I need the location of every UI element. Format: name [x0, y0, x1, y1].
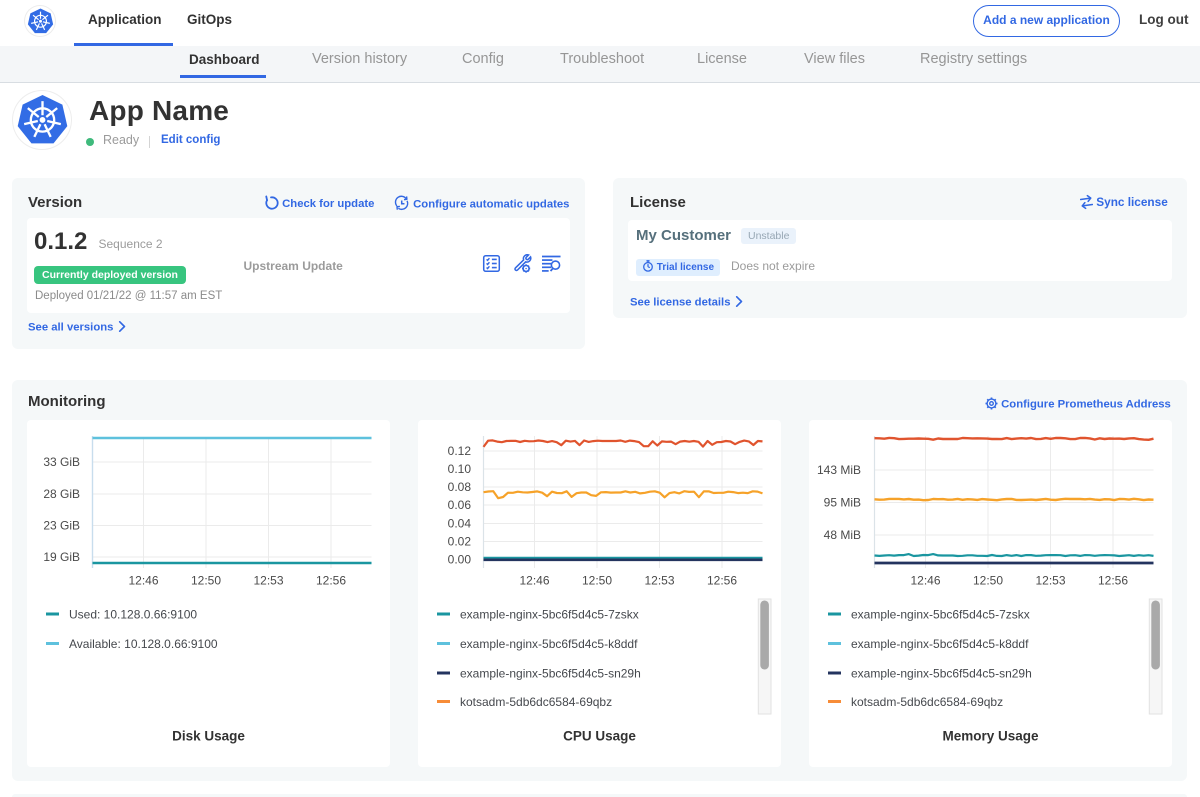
svg-text:CPU Usage: CPU Usage: [563, 728, 636, 743]
svg-text:Memory Usage: Memory Usage: [942, 728, 1039, 743]
svg-text:12:56: 12:56: [707, 573, 737, 587]
svg-text:12:46: 12:46: [910, 573, 940, 587]
svg-text:12:56: 12:56: [1098, 573, 1128, 587]
svg-text:example-nginx-5bc6f5d4c5-sn29h: example-nginx-5bc6f5d4c5-sn29h: [460, 666, 641, 680]
svg-text:12:53: 12:53: [253, 573, 283, 587]
svg-text:example-nginx-5bc6f5d4c5-sn29h: example-nginx-5bc6f5d4c5-sn29h: [851, 666, 1032, 680]
svg-text:23 GiB: 23 GiB: [43, 518, 80, 532]
svg-text:0.06: 0.06: [448, 498, 472, 512]
svg-text:12:53: 12:53: [1035, 573, 1065, 587]
svg-text:0.08: 0.08: [448, 480, 472, 494]
svg-text:12:50: 12:50: [973, 573, 1003, 587]
svg-text:28 GiB: 28 GiB: [43, 487, 80, 501]
svg-text:kotsadm-5db6dc6584-69qbz: kotsadm-5db6dc6584-69qbz: [460, 694, 612, 708]
svg-text:Available: 10.128.0.66:9100: Available: 10.128.0.66:9100: [69, 636, 218, 650]
svg-text:example-nginx-5bc6f5d4c5-k8ddf: example-nginx-5bc6f5d4c5-k8ddf: [460, 636, 638, 650]
svg-text:12:46: 12:46: [128, 573, 158, 587]
svg-text:12:53: 12:53: [644, 573, 674, 587]
svg-text:33 GiB: 33 GiB: [43, 455, 80, 469]
svg-text:12:50: 12:50: [582, 573, 612, 587]
svg-text:kotsadm-5db6dc6584-69qbz: kotsadm-5db6dc6584-69qbz: [851, 694, 1003, 708]
svg-text:example-nginx-5bc6f5d4c5-k8ddf: example-nginx-5bc6f5d4c5-k8ddf: [851, 636, 1029, 650]
svg-text:12:50: 12:50: [191, 573, 221, 587]
svg-text:example-nginx-5bc6f5d4c5-7zskx: example-nginx-5bc6f5d4c5-7zskx: [460, 607, 639, 621]
svg-text:0.00: 0.00: [448, 552, 472, 566]
svg-text:12:56: 12:56: [316, 573, 346, 587]
svg-text:95 MiB: 95 MiB: [824, 495, 861, 509]
svg-text:0.04: 0.04: [448, 516, 472, 530]
svg-text:0.02: 0.02: [448, 534, 472, 548]
svg-text:12:46: 12:46: [519, 573, 549, 587]
svg-text:0.10: 0.10: [448, 462, 472, 476]
svg-text:Disk Usage: Disk Usage: [172, 728, 245, 743]
svg-text:19 GiB: 19 GiB: [43, 550, 80, 564]
svg-text:48 MiB: 48 MiB: [824, 528, 861, 542]
svg-text:Used: 10.128.0.66:9100: Used: 10.128.0.66:9100: [69, 607, 197, 621]
svg-text:143 MiB: 143 MiB: [817, 463, 861, 477]
svg-text:example-nginx-5bc6f5d4c5-7zskx: example-nginx-5bc6f5d4c5-7zskx: [851, 607, 1030, 621]
svg-text:0.12: 0.12: [448, 444, 472, 458]
